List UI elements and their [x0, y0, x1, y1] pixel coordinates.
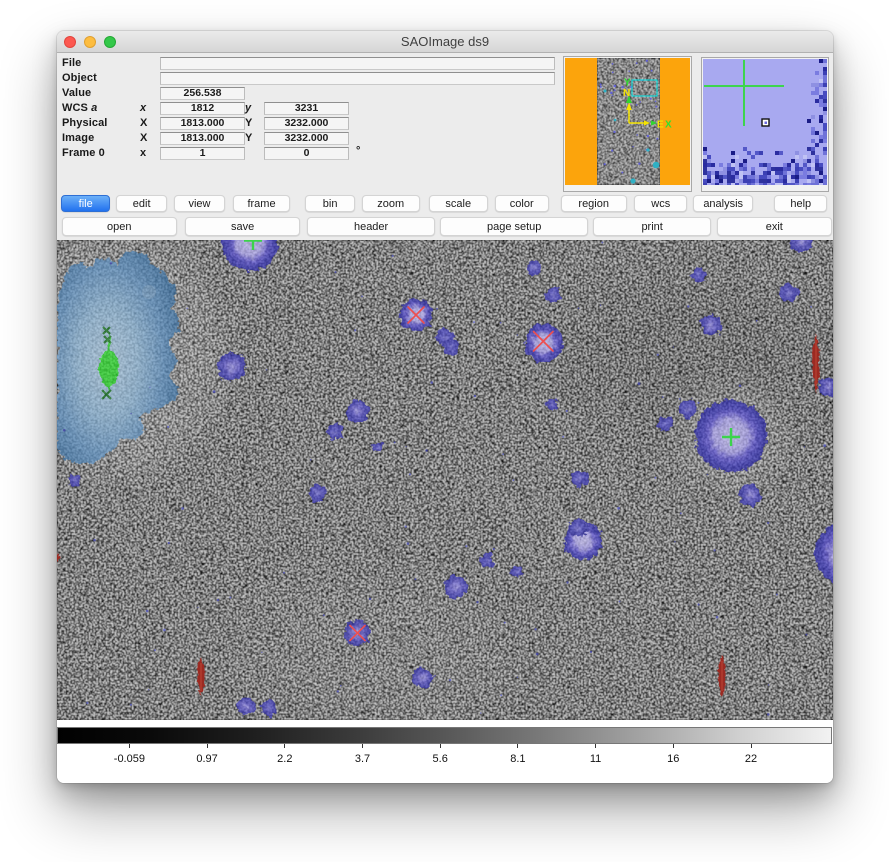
- svg-text:Y: Y: [624, 77, 631, 88]
- svg-text:E: E: [657, 119, 664, 130]
- svg-text:N: N: [623, 88, 630, 99]
- svg-text:X: X: [665, 119, 672, 130]
